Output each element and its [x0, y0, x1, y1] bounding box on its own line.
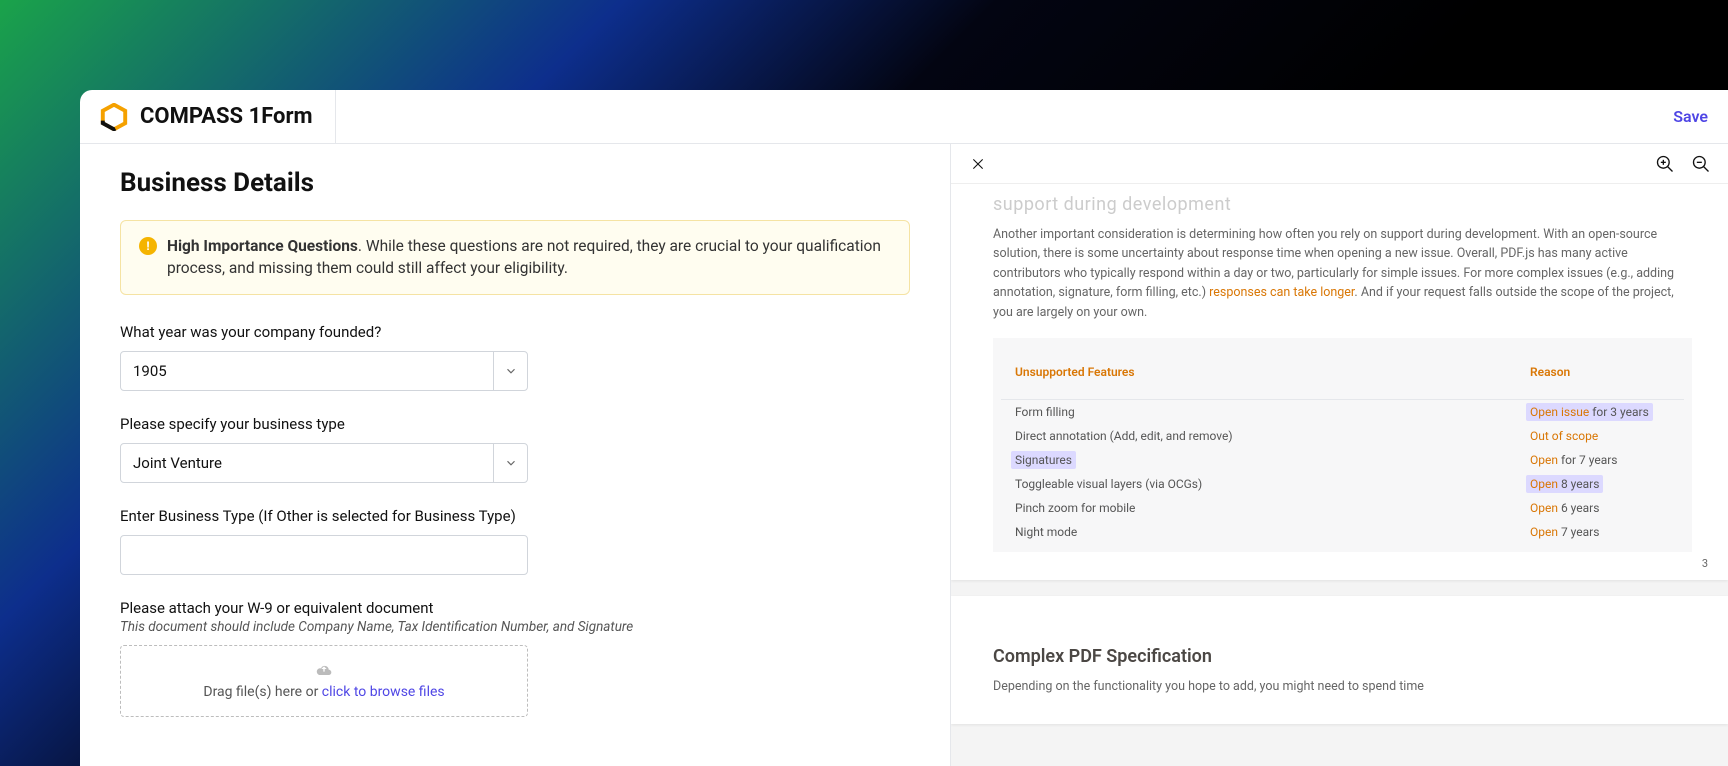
field-business-type-other: Enter Business Type (If Other is selecte… [120, 507, 910, 575]
page-number: 3 [1702, 557, 1708, 570]
table-cell-reason: Open 8 years [1530, 477, 1670, 491]
warning-icon: ! [139, 237, 157, 255]
app-window: COMPASS 1Form Save Business Details ! Hi… [80, 90, 1728, 766]
zoom-out-button[interactable] [1690, 153, 1712, 175]
table-row: Night mode Open 7 years [1001, 520, 1684, 544]
table-cell-reason: Open 7 years [1530, 525, 1670, 539]
doc-section-heading-ghost: support during development [993, 194, 1692, 215]
zoom-in-button[interactable] [1654, 153, 1676, 175]
table-cell-feature: Direct annotation (Add, edit, and remove… [1015, 429, 1510, 443]
dropzone-text-prefix: Drag file(s) here or [203, 684, 321, 700]
w9-label: Please attach your W-9 or equivalent doc… [120, 599, 910, 617]
doc-page-3: support during development Another impor… [951, 184, 1728, 580]
app-header: COMPASS 1Form Save [80, 90, 1728, 144]
unsupported-features-table: Unsupported Features Reason Form filling… [993, 338, 1692, 552]
business-type-value: Joint Venture [121, 444, 493, 482]
header-divider [335, 90, 336, 144]
close-viewer-button[interactable] [967, 153, 989, 175]
business-type-select[interactable]: Joint Venture [120, 443, 528, 483]
document-viewer-pane: support during development Another impor… [950, 144, 1728, 766]
year-founded-label: What year was your company founded? [120, 323, 910, 341]
chevron-down-icon [493, 444, 527, 482]
high-importance-notice: ! High Importance Questions. While these… [120, 220, 910, 295]
table-cell-reason: Open 6 years [1530, 501, 1670, 515]
notice-text: High Importance Questions. While these q… [167, 235, 891, 280]
table-cell-feature: Toggleable visual layers (via OCGs) [1015, 477, 1510, 491]
table-header-reason: Reason [1530, 365, 1670, 379]
doc-paragraph-support: Another important consideration is deter… [993, 225, 1692, 322]
table-row: Toggleable visual layers (via OCGs) Open … [1001, 472, 1684, 496]
table-row: Direct annotation (Add, edit, and remove… [1001, 424, 1684, 448]
app-title: COMPASS 1Form [140, 104, 313, 129]
table-header-feature: Unsupported Features [1015, 365, 1510, 379]
field-business-type: Please specify your business type Joint … [120, 415, 910, 483]
browse-files-link[interactable]: click to browse files [322, 684, 445, 700]
save-button[interactable]: Save [1673, 107, 1708, 126]
doc-inline-link[interactable]: responses can take longer [1209, 285, 1354, 300]
w9-help: This document should include Company Nam… [120, 619, 910, 635]
field-w9: Please attach your W-9 or equivalent doc… [120, 599, 910, 717]
table-cell-feature: Form filling [1015, 405, 1510, 419]
form-pane: Business Details ! High Importance Quest… [80, 144, 950, 766]
table-row: Pinch zoom for mobile Open 6 years [1001, 496, 1684, 520]
table-cell-reason: Open issue for 3 years [1530, 405, 1670, 419]
table-header-row: Unsupported Features Reason [1001, 346, 1684, 400]
app-body: Business Details ! High Importance Quest… [80, 144, 1728, 766]
chevron-down-icon [493, 352, 527, 390]
upload-icon [131, 662, 517, 680]
page-title: Business Details [120, 168, 910, 198]
business-type-label: Please specify your business type [120, 415, 910, 433]
business-type-other-input[interactable] [120, 535, 528, 575]
viewer-scroll-area[interactable]: support during development Another impor… [951, 184, 1728, 766]
year-founded-value: 1905 [121, 352, 493, 390]
year-founded-select[interactable]: 1905 [120, 351, 528, 391]
business-type-other-label: Enter Business Type (If Other is selecte… [120, 507, 910, 525]
doc-paragraph-complex: Depending on the functionality you hope … [993, 677, 1692, 696]
table-cell-reason: Open for 7 years [1530, 453, 1670, 467]
table-cell-feature: Night mode [1015, 525, 1510, 539]
table-cell-feature: Pinch zoom for mobile [1015, 501, 1510, 515]
viewer-toolbar [951, 144, 1728, 184]
w9-dropzone[interactable]: Drag file(s) here or click to browse fil… [120, 645, 528, 717]
notice-title: High Importance Questions [167, 237, 358, 255]
table-row: Signatures Open for 7 years [1001, 448, 1684, 472]
table-row: Form filling Open issue for 3 years [1001, 400, 1684, 424]
table-cell-reason: Out of scope [1530, 429, 1670, 443]
table-cell-feature: Signatures [1015, 453, 1510, 467]
doc-section-heading: Complex PDF Specification [993, 646, 1692, 667]
app-logo-icon [100, 103, 128, 131]
field-year-founded: What year was your company founded? 1905 [120, 323, 910, 391]
doc-page-4: Complex PDF Specification Depending on t… [951, 596, 1728, 724]
